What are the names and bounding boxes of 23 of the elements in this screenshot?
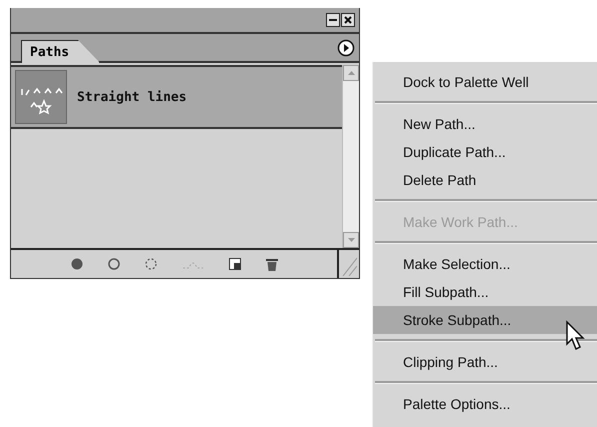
menu-item[interactable]: Clipping Path... (373, 348, 597, 376)
palette-menu-button[interactable] (337, 38, 355, 56)
path-row[interactable]: Straight lines (11, 67, 342, 129)
menu-item[interactable]: Make Selection... (373, 250, 597, 278)
close-button[interactable] (341, 13, 355, 27)
selection-icon[interactable] (145, 258, 157, 270)
minimize-icon (329, 19, 337, 21)
menu-item[interactable]: Duplicate Path... (373, 138, 597, 166)
new-path-icon[interactable] (229, 258, 241, 270)
palette-tab[interactable]: Paths (21, 40, 100, 63)
fill-path-icon[interactable] (71, 258, 83, 270)
stroke-path-icon[interactable] (108, 258, 120, 270)
close-icon (344, 16, 352, 24)
menu-item[interactable]: New Path... (373, 110, 597, 138)
path-name: Straight lines (77, 90, 187, 104)
menu-item[interactable]: Fill Subpath... (373, 278, 597, 306)
menu-item[interactable]: Dock to Palette Well (373, 68, 597, 96)
minimize-button[interactable] (326, 13, 340, 27)
menu-item[interactable]: Delete Path (373, 166, 597, 194)
path-thumbnail-icon (15, 70, 67, 124)
trash-icon[interactable] (266, 258, 278, 270)
menu-item[interactable]: Stroke Subpath... (373, 306, 597, 334)
menu-item[interactable]: Palette Options... (373, 390, 597, 418)
